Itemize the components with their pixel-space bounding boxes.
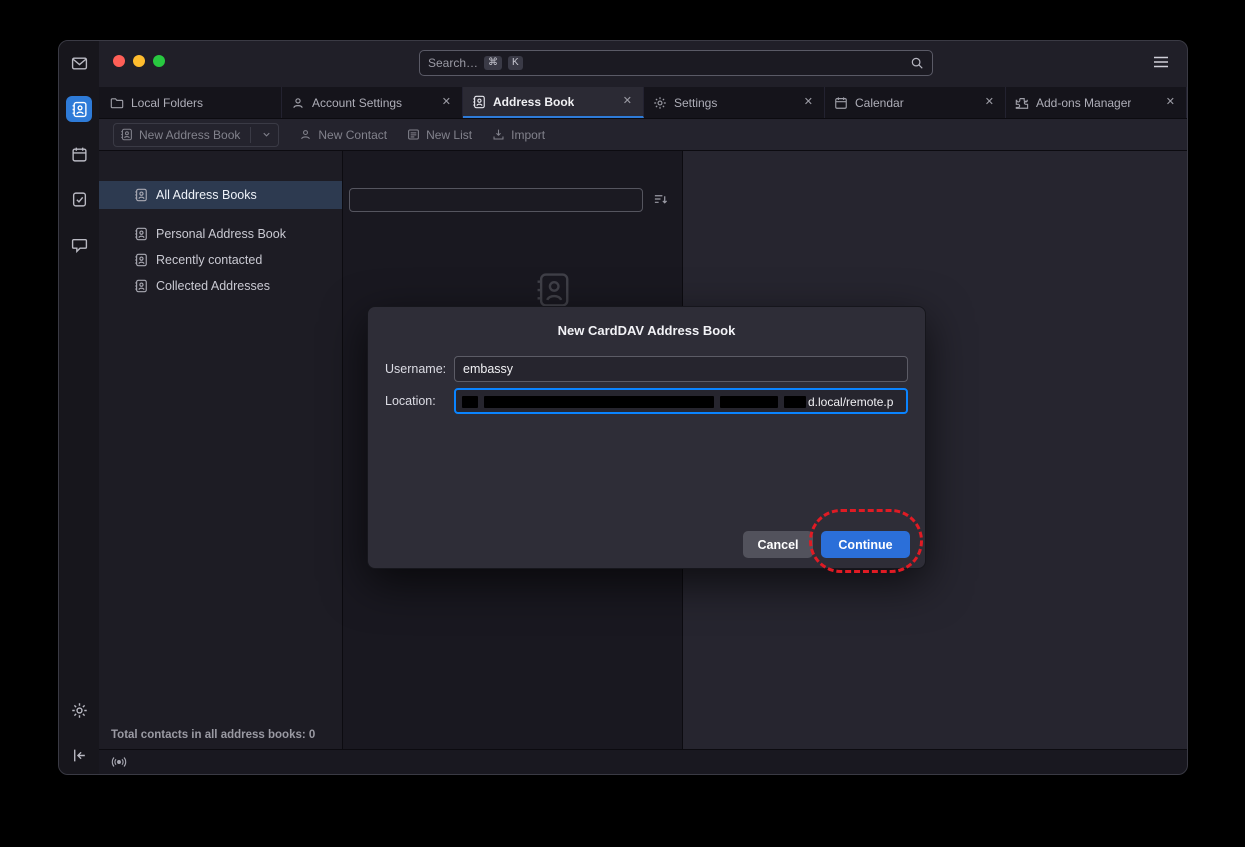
import-label: Import bbox=[511, 128, 545, 142]
minimize-window-button[interactable] bbox=[133, 55, 145, 67]
tab-strip: Local Folders Account Settings ✕ Address… bbox=[99, 87, 1187, 119]
maximize-window-button[interactable] bbox=[153, 55, 165, 67]
new-contact-button[interactable]: New Contact bbox=[299, 128, 387, 142]
list-item-label: Recently contacted bbox=[156, 253, 262, 267]
close-tab-icon[interactable]: ✕ bbox=[1164, 95, 1177, 110]
redaction-bar bbox=[484, 396, 714, 408]
tab-label: Add-ons Manager bbox=[1036, 96, 1131, 110]
list-item-recently-contacted[interactable]: Recently contacted bbox=[99, 247, 342, 273]
tab-label: Calendar bbox=[855, 96, 904, 110]
new-list-label: New List bbox=[426, 128, 472, 142]
new-address-book-button[interactable]: New Address Book bbox=[113, 123, 279, 147]
close-window-button[interactable] bbox=[113, 55, 125, 67]
dialog-title: New CardDAV Address Book bbox=[368, 323, 925, 338]
list-item-label: Personal Address Book bbox=[156, 227, 286, 241]
address-book-icon bbox=[134, 253, 148, 267]
address-book-space-icon[interactable] bbox=[66, 96, 92, 122]
continue-button[interactable]: Continue bbox=[821, 531, 910, 558]
import-icon bbox=[492, 128, 505, 141]
new-address-book-label: New Address Book bbox=[139, 128, 240, 142]
mail-space-icon[interactable] bbox=[66, 50, 92, 76]
app-menu-icon[interactable] bbox=[1153, 55, 1169, 69]
address-books-pane: All Address Books Personal Address Book … bbox=[99, 151, 343, 749]
new-contact-icon bbox=[299, 128, 312, 141]
spaces-toolbar bbox=[59, 41, 99, 774]
new-list-button[interactable]: New List bbox=[407, 128, 472, 142]
tab-local-folders[interactable]: Local Folders bbox=[101, 87, 282, 118]
contacts-search-input[interactable] bbox=[349, 188, 643, 212]
puzzle-icon bbox=[1015, 96, 1029, 110]
new-list-icon bbox=[407, 128, 420, 141]
username-field[interactable] bbox=[454, 356, 908, 382]
network-status-icon bbox=[111, 755, 127, 769]
new-carddav-dialog: New CardDAV Address Book Username: Locat… bbox=[367, 306, 926, 569]
display-options-icon[interactable] bbox=[653, 192, 668, 207]
address-book-toolbar: New Address Book New Contact New List Im… bbox=[99, 119, 1187, 151]
status-bar bbox=[99, 749, 1187, 774]
list-item-collected-addresses[interactable]: Collected Addresses bbox=[99, 273, 342, 299]
address-book-icon bbox=[120, 128, 133, 141]
empty-contacts-icon bbox=[534, 271, 572, 309]
split-divider bbox=[250, 127, 251, 143]
settings-gear-icon[interactable] bbox=[66, 697, 92, 723]
tab-label: Settings bbox=[674, 96, 717, 110]
username-label: Username: bbox=[385, 356, 446, 382]
chat-space-icon[interactable] bbox=[66, 231, 92, 257]
search-placeholder: Search… bbox=[428, 56, 478, 70]
redaction-bar bbox=[720, 396, 778, 408]
chevron-down-icon[interactable] bbox=[261, 129, 272, 140]
cancel-button[interactable]: Cancel bbox=[743, 531, 813, 558]
collapse-spaces-icon[interactable] bbox=[66, 742, 92, 768]
address-book-icon bbox=[134, 227, 148, 241]
tab-label: Local Folders bbox=[131, 96, 203, 110]
tab-calendar[interactable]: Calendar ✕ bbox=[825, 87, 1006, 118]
tab-account-settings[interactable]: Account Settings ✕ bbox=[282, 87, 463, 118]
search-icon bbox=[910, 56, 924, 70]
new-contact-label: New Contact bbox=[318, 128, 387, 142]
thunderbird-window: Search… ⌘ K Local Folders Account Settin… bbox=[58, 40, 1188, 775]
tab-label: Account Settings bbox=[312, 96, 402, 110]
redaction-bar bbox=[462, 396, 478, 408]
global-search-input[interactable]: Search… ⌘ K bbox=[419, 50, 933, 76]
calendar-icon bbox=[834, 96, 848, 110]
location-visible-text: d.local/remote.p bbox=[808, 395, 893, 409]
close-tab-icon[interactable]: ✕ bbox=[440, 95, 453, 110]
total-contacts-status: Total contacts in all address books: 0 bbox=[111, 729, 315, 741]
folder-icon bbox=[110, 96, 124, 110]
address-book-icon bbox=[134, 188, 148, 202]
location-label: Location: bbox=[385, 388, 436, 414]
list-item-label: Collected Addresses bbox=[156, 279, 270, 293]
close-tab-icon[interactable]: ✕ bbox=[983, 95, 996, 110]
gear-icon bbox=[653, 96, 667, 110]
tab-addons-manager[interactable]: Add-ons Manager ✕ bbox=[1006, 87, 1187, 118]
account-settings-icon bbox=[291, 96, 305, 110]
address-book-icon bbox=[134, 279, 148, 293]
calendar-space-icon[interactable] bbox=[66, 141, 92, 167]
close-tab-icon[interactable]: ✕ bbox=[621, 94, 634, 109]
address-book-icon bbox=[472, 95, 486, 109]
tab-settings[interactable]: Settings ✕ bbox=[644, 87, 825, 118]
import-button[interactable]: Import bbox=[492, 128, 545, 142]
redaction-bar bbox=[784, 396, 806, 408]
location-field[interactable]: d.local/remote.p bbox=[454, 388, 908, 414]
tab-label: Address Book bbox=[493, 95, 574, 109]
tasks-space-icon[interactable] bbox=[66, 186, 92, 212]
title-bar: Search… ⌘ K bbox=[99, 41, 1187, 87]
list-item-all-address-books[interactable]: All Address Books bbox=[99, 181, 342, 209]
list-item-personal-address-book[interactable]: Personal Address Book bbox=[99, 221, 342, 247]
close-tab-icon[interactable]: ✕ bbox=[802, 95, 815, 110]
list-item-label: All Address Books bbox=[156, 188, 257, 202]
tab-address-book[interactable]: Address Book ✕ bbox=[463, 87, 644, 118]
k-key-badge: K bbox=[508, 56, 523, 70]
cmd-key-badge: ⌘ bbox=[484, 56, 502, 70]
